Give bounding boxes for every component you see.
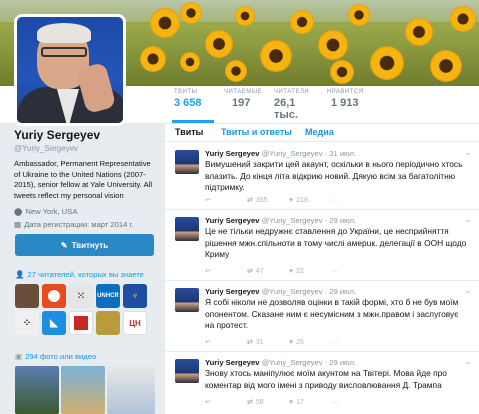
- reply-icon[interactable]: ↩: [205, 196, 247, 204]
- tweet-menu-chevron-icon[interactable]: ⌄: [464, 286, 471, 295]
- tweet-menu-chevron-icon[interactable]: ⌄: [464, 215, 471, 224]
- like-button[interactable]: ♥ 22: [289, 267, 331, 275]
- stat-following[interactable]: ЧИТАЕМЫЕ 197: [222, 89, 268, 123]
- more-icon[interactable]: ···: [331, 338, 373, 346]
- tweet-actions: ↩ ⇄ 56 ♥ 17 ···: [205, 398, 373, 407]
- tweet[interactable]: Yuriy Sergeyev @Yuriy_Sergeyev · 31 июл.…: [165, 144, 479, 210]
- profile-handle[interactable]: @Yuriy_Sergeyev: [14, 144, 154, 153]
- retweet-button[interactable]: ⇄ 47: [247, 267, 289, 276]
- profile-location: ⬤ New York, USA: [14, 207, 78, 216]
- more-icon[interactable]: ···: [331, 267, 373, 275]
- media-thumbnail[interactable]: [15, 366, 59, 414]
- tweet-menu-chevron-icon[interactable]: ⌄: [464, 357, 471, 366]
- profile-bio: Ambassador, Permanent Representative of …: [14, 159, 153, 200]
- profile-card: Yuriy Sergeyev @Yuriy_Sergeyev Ambassado…: [14, 128, 154, 229]
- tweet-actions: ↩ ⇄ 355 ♥ 218 ···: [205, 196, 373, 205]
- follower-avatar[interactable]: ♆: [123, 284, 147, 308]
- tweet-to-button[interactable]: ✎ Твитнуть: [15, 234, 154, 256]
- heart-icon: ♥: [289, 338, 294, 346]
- follower-avatar[interactable]: [42, 284, 66, 308]
- profile-avatar[interactable]: [14, 14, 126, 126]
- tweet-header: Yuriy Sergeyev @Yuriy_Sergeyev · 29 июл.: [205, 287, 357, 296]
- heart-icon: ♥: [289, 267, 294, 275]
- follower-avatar[interactable]: UNHCR: [96, 284, 120, 308]
- retweet-button[interactable]: ⇄ 31: [247, 338, 289, 347]
- like-button[interactable]: ♥ 25: [289, 338, 331, 346]
- tweet[interactable]: Yuriy Sergeyev @Yuriy_Sergeyev · 29 июл.…: [165, 211, 479, 281]
- media-count-link[interactable]: ▣ 294 фото или видео: [15, 352, 96, 361]
- tweet-text: Я собі ніколи не дозволяв оцінки в такій…: [205, 297, 459, 330]
- tab-tweets[interactable]: Твиты: [175, 127, 203, 137]
- tweet-text: Вимушений закрити цей акаунт, оскільки в…: [205, 159, 463, 192]
- tweet-text: Знову хтось маніпулює моїм акунтом на Тв…: [205, 368, 447, 390]
- timeline: Твиты Твиты и ответы Медиа Yuriy Sergeye…: [165, 124, 479, 414]
- heart-icon: ♥: [289, 196, 294, 204]
- follower-avatar[interactable]: [15, 284, 39, 308]
- people-icon: 👤: [15, 270, 25, 279]
- retweet-icon: ⇄: [247, 197, 253, 204]
- follower-avatar[interactable]: ◣: [42, 311, 66, 335]
- tweet-avatar[interactable]: [175, 288, 199, 312]
- compose-icon: ✎: [60, 240, 68, 250]
- reply-icon[interactable]: ↩: [205, 267, 247, 275]
- camera-icon: ▣: [15, 352, 23, 361]
- tweet-text: Це не тільки недружнє ставлення до Украї…: [205, 226, 467, 259]
- tweet-header: Yuriy Sergeyev @Yuriy_Sergeyev · 31 июл.: [205, 149, 357, 158]
- calendar-icon: ▦: [14, 220, 22, 229]
- tweet-avatar[interactable]: [175, 150, 199, 174]
- tab-tweets-and-replies[interactable]: Твиты и ответы: [221, 127, 292, 137]
- tweet-actions: ↩ ⇄ 31 ♥ 25 ···: [205, 338, 373, 347]
- tab-media[interactable]: Медиа: [305, 127, 334, 137]
- tweet-header: Yuriy Sergeyev @Yuriy_Sergeyev · 29 июл.: [205, 216, 357, 225]
- retweet-icon: ⇄: [247, 339, 253, 346]
- stat-tweets[interactable]: ТВИТЫ 3 658: [172, 89, 214, 123]
- tweet-avatar[interactable]: [175, 359, 199, 383]
- tweet[interactable]: Yuriy Sergeyev @Yuriy_Sergeyev · 29 июл.…: [165, 353, 479, 414]
- follower-avatar[interactable]: ЦН: [123, 311, 147, 335]
- stat-likes[interactable]: НРАВИТСЯ 1 913: [325, 89, 375, 123]
- media-thumbnail[interactable]: [61, 366, 105, 414]
- retweet-button[interactable]: ⇄ 355: [247, 196, 289, 205]
- tweet-menu-chevron-icon[interactable]: ⌄: [464, 148, 471, 157]
- followers-you-know-link[interactable]: 👤 27 читателей, которых вы знаете: [15, 270, 144, 279]
- follower-avatar[interactable]: ⁘: [15, 311, 39, 335]
- reply-icon[interactable]: ↩: [205, 398, 247, 406]
- tweet-actions: ↩ ⇄ 47 ♥ 22 ···: [205, 267, 373, 276]
- retweet-icon: ⇄: [247, 268, 253, 275]
- stat-followers[interactable]: ЧИТАТЕЛИ 26,1 тыс.: [272, 89, 322, 123]
- follower-avatar[interactable]: [69, 311, 93, 335]
- more-icon[interactable]: ···: [331, 398, 373, 406]
- timeline-tabs: Твиты Твиты и ответы Медиа: [165, 124, 479, 142]
- retweet-button[interactable]: ⇄ 56: [247, 398, 289, 407]
- follower-avatar[interactable]: [96, 311, 120, 335]
- like-button[interactable]: ♥ 17: [289, 398, 331, 406]
- profile-name[interactable]: Yuriy Sergeyev: [14, 128, 154, 142]
- location-pin-icon: ⬤: [14, 207, 23, 216]
- heart-icon: ♥: [289, 398, 294, 406]
- follower-avatar[interactable]: ⁙: [69, 284, 93, 308]
- media-thumbnail[interactable]: [107, 366, 155, 414]
- tweet-header: Yuriy Sergeyev @Yuriy_Sergeyev · 29 июл.: [205, 358, 357, 367]
- tweet[interactable]: Yuriy Sergeyev @Yuriy_Sergeyev · 29 июл.…: [165, 282, 479, 352]
- tweet-avatar[interactable]: [175, 217, 199, 241]
- more-icon[interactable]: ···: [331, 196, 373, 204]
- like-button[interactable]: ♥ 218: [289, 196, 331, 204]
- reply-icon[interactable]: ↩: [205, 338, 247, 346]
- retweet-icon: ⇄: [247, 399, 253, 406]
- profile-joined: ▦ Дата регистрации: март 2014 г.: [14, 220, 134, 229]
